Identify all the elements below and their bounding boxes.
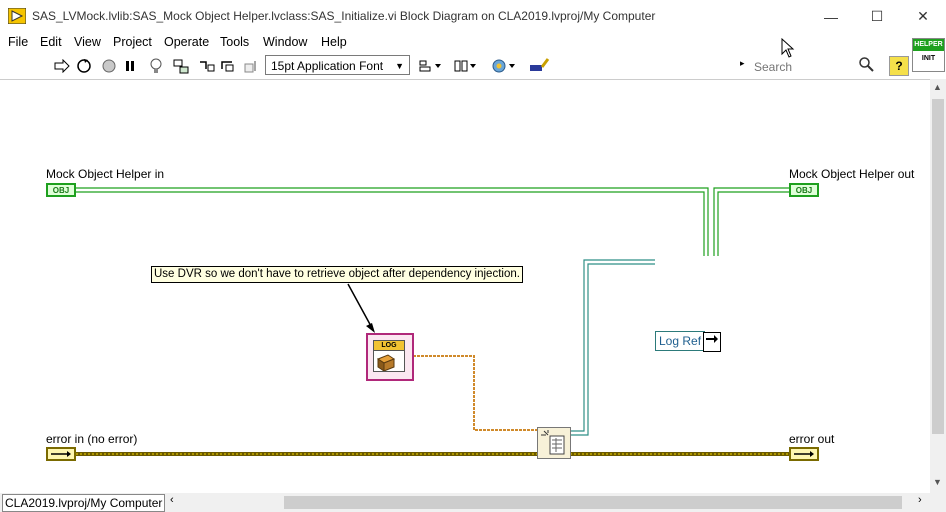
align-objects-icon[interactable] [418,57,444,75]
vertical-scrollbar[interactable]: ▲ ▼ [930,79,946,493]
menu-view[interactable]: View [74,35,101,49]
error-out-terminal[interactable] [789,447,819,461]
horizontal-scroll-thumb[interactable] [284,496,902,509]
scroll-up-icon[interactable]: ▲ [933,82,942,92]
log-book-icon [376,354,396,372]
step-out-icon[interactable] [243,57,261,75]
input-obj-label: Mock Object Helper in [46,167,165,181]
log-class-constant[interactable]: LOG [366,333,414,381]
bundle-arrow-icon [703,332,721,352]
mouse-cursor-icon [781,38,795,58]
context-help-button[interactable]: ? [889,56,909,76]
menu-file[interactable]: File [8,35,28,49]
maximize-button[interactable]: ☐ [854,0,900,33]
menu-tools[interactable]: Tools [220,35,249,49]
menu-help[interactable]: Help [321,35,347,49]
chevron-down-icon: ▼ [395,61,404,71]
error-out-label: error out [789,432,835,446]
log-ref-bundle-node[interactable]: Log Ref [655,331,706,351]
font-dropdown[interactable]: 15pt Application Font ▼ [265,55,410,75]
comment-arrow [347,283,373,329]
step-over-icon[interactable] [220,57,238,75]
font-dropdown-value: 15pt Application Font [271,59,384,73]
comment-arrowhead [366,323,375,333]
title-bar: SAS_LVMock.lvlib:SAS_Mock Object Helper.… [0,0,946,33]
search-expand-icon[interactable]: ▸ [740,58,745,69]
highlight-execution-icon[interactable] [147,57,165,75]
diagram-comment[interactable]: Use DVR so we don't have to retrieve obj… [151,266,523,283]
distribute-objects-icon[interactable] [453,57,479,75]
search-box: ▸ [740,55,882,77]
search-icon[interactable] [858,56,874,75]
clean-up-diagram-icon[interactable] [528,57,550,75]
scroll-down-icon[interactable]: ▼ [933,477,942,487]
close-button[interactable]: ✕ [900,0,946,33]
menu-window[interactable]: Window [263,35,307,49]
dvr-icon [541,430,565,455]
menu-edit[interactable]: Edit [40,35,62,49]
run-arrow-icon[interactable] [53,57,71,75]
pause-icon[interactable] [121,57,139,75]
menu-operate[interactable]: Operate [164,35,209,49]
connector-pane-bottom-label: INIT [921,55,936,62]
project-path[interactable]: CLA2019.lvproj/My Computer [2,494,166,512]
status-bar: CLA2019.lvproj/My Computer ‹ › [0,493,946,512]
scroll-right-icon[interactable]: › [918,494,922,506]
connector-pane-top-label: HELPER [913,39,944,51]
connector-pane[interactable]: HELPER INIT [912,38,945,72]
log-wire [413,355,537,431]
minimize-button[interactable]: — [808,0,854,33]
log-badge: LOG [374,341,404,351]
labview-app-icon [7,7,27,25]
error-in-terminal[interactable] [46,447,76,461]
error-in-label: error in (no error) [46,432,138,446]
step-into-icon[interactable] [198,57,216,75]
mock-object-helper-out-terminal[interactable]: OBJ [789,183,819,197]
output-obj-label: Mock Object Helper out [789,167,915,181]
class-wire [75,187,790,256]
abort-icon[interactable] [100,57,118,75]
vertical-scroll-thumb[interactable] [932,99,944,434]
window-title: SAS_LVMock.lvlib:SAS_Mock Object Helper.… [32,9,656,23]
block-diagram[interactable]: Mock Object Helper in OBJ Mock Object He… [0,79,930,494]
search-input[interactable] [752,57,856,77]
menu-bar: File Edit View Project Operate Tools Win… [0,33,910,53]
new-data-value-reference-node[interactable] [537,427,571,459]
scroll-left-icon[interactable]: ‹ [170,494,174,506]
run-continuously-icon[interactable] [75,57,93,75]
retain-wire-values-icon[interactable] [172,57,190,75]
menu-project[interactable]: Project [113,35,152,49]
reorder-icon[interactable] [491,57,519,75]
dvr-wire [570,259,655,436]
mock-object-helper-in-terminal[interactable]: OBJ [46,183,76,197]
